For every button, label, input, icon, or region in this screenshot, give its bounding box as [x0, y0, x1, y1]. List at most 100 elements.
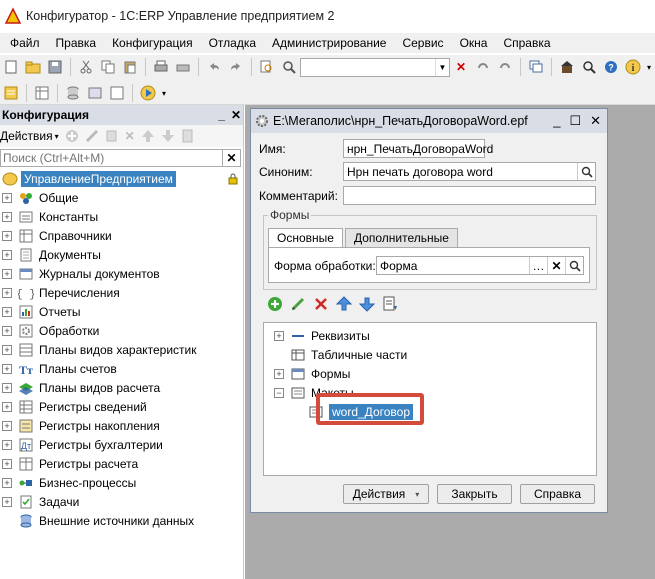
tree-item[interactable]: + Регистры накопления — [0, 416, 243, 435]
tab-main[interactable]: Основные — [268, 228, 343, 247]
tree-item[interactable]: + Регистры расчета — [0, 454, 243, 473]
tree-item[interactable]: + Планы видов характеристик — [0, 340, 243, 359]
menu-edit[interactable]: Правка — [47, 36, 104, 50]
expand-icon[interactable]: + — [2, 458, 12, 469]
add-icon[interactable] — [267, 296, 283, 312]
sort-icon[interactable] — [181, 129, 195, 143]
close-icon[interactable]: ✕ — [590, 113, 601, 129]
help-icon[interactable]: ? — [600, 56, 622, 78]
delete-icon[interactable]: ✕ — [125, 129, 135, 143]
menu-debug[interactable]: Отладка — [200, 36, 263, 50]
tree-item[interactable]: Внешние источники данных — [0, 511, 243, 530]
search-input[interactable] — [1, 150, 222, 166]
copy-icon[interactable] — [97, 56, 119, 78]
tree-item[interactable]: + Константы — [0, 207, 243, 226]
tree-item[interactable]: + Планы видов расчета — [0, 378, 243, 397]
clear-icon[interactable]: ✕ — [547, 257, 565, 274]
clear-search-icon[interactable]: ✕ — [222, 150, 240, 166]
menu-configuration[interactable]: Конфигурация — [103, 36, 200, 50]
print-icon[interactable] — [150, 56, 172, 78]
menu-service[interactable]: Сервис — [393, 36, 450, 50]
menu-help[interactable]: Справка — [494, 36, 557, 50]
search-field[interactable]: ✕ — [0, 149, 241, 167]
tree-item-forms[interactable]: + Формы — [274, 364, 350, 383]
new-file-icon[interactable] — [0, 56, 22, 78]
tree-item[interactable]: + Общие — [0, 188, 243, 207]
minimize-icon[interactable]: _ — [553, 113, 560, 129]
print-preview-icon[interactable] — [172, 56, 194, 78]
search-combo[interactable]: ▼ — [300, 57, 450, 77]
close-icon[interactable]: ✕ — [231, 108, 241, 122]
expand-icon[interactable]: + — [2, 249, 12, 260]
move-down-icon[interactable] — [359, 296, 375, 312]
menu-administration[interactable]: Администрирование — [263, 36, 393, 50]
expand-icon[interactable]: + — [2, 363, 12, 374]
actions-button[interactable]: Действия ▾ — [0, 129, 59, 143]
tree-item[interactable]: + { } Перечисления — [0, 283, 243, 302]
tree-item[interactable]: + Дт Регистры бухгалтерии — [0, 435, 243, 454]
search-icon[interactable] — [278, 56, 300, 78]
syntax-helper-icon[interactable] — [556, 56, 578, 78]
actions-button[interactable]: Действия ▾ — [343, 484, 429, 504]
tree-item[interactable]: + Регистры сведений — [0, 397, 243, 416]
expand-icon[interactable]: + — [2, 401, 12, 412]
delete-icon[interactable] — [313, 296, 329, 312]
find-prev-icon[interactable] — [494, 56, 516, 78]
expand-icon[interactable]: + — [2, 420, 12, 431]
help-button[interactable]: Справка — [520, 484, 595, 504]
search-help-icon[interactable] — [578, 56, 600, 78]
expand-icon[interactable]: + — [2, 325, 12, 336]
save-icon[interactable] — [44, 56, 66, 78]
comment-field[interactable] — [343, 186, 596, 205]
maximize-icon[interactable]: ☐ — [569, 113, 581, 129]
expand-icon[interactable]: + — [2, 192, 12, 203]
debug-start-icon[interactable] — [137, 82, 159, 104]
expand-icon[interactable]: + — [2, 230, 12, 241]
menu-file[interactable]: Файл — [0, 36, 47, 50]
search-icon[interactable] — [577, 163, 595, 180]
edit-icon[interactable] — [85, 129, 99, 143]
chevron-down-icon[interactable]: ▾ — [644, 56, 654, 78]
update-config-icon[interactable] — [84, 82, 106, 104]
find-next-icon[interactable] — [472, 56, 494, 78]
open-folder-icon[interactable] — [22, 56, 44, 78]
config-tree-icon[interactable] — [0, 82, 22, 104]
synonym-field[interactable]: Нрн печать договора word — [343, 162, 596, 181]
paste-icon[interactable] — [119, 56, 141, 78]
name-field[interactable]: нрн_ПечатьДоговораWord — [343, 139, 493, 158]
find-in-doc-icon[interactable] — [256, 56, 278, 78]
move-down-icon[interactable] — [161, 129, 175, 143]
search-icon[interactable] — [565, 257, 583, 274]
select-dots-icon[interactable]: … — [529, 257, 547, 274]
tree-item-tabular-parts[interactable]: Табличные части — [290, 345, 407, 364]
edit-icon[interactable] — [290, 296, 306, 312]
clear-search-icon[interactable]: ✕ — [450, 56, 472, 78]
expand-icon[interactable]: + — [2, 439, 12, 450]
cut-icon[interactable] — [75, 56, 97, 78]
close-button[interactable]: Закрыть — [437, 484, 512, 504]
chevron-down-icon[interactable]: ▾ — [159, 82, 169, 104]
minimize-icon[interactable]: _ — [218, 108, 225, 122]
tree-item[interactable]: + Задачи — [0, 492, 243, 511]
expand-icon[interactable]: + — [2, 496, 12, 507]
expand-icon[interactable]: + — [274, 368, 284, 379]
tree-item[interactable]: + Бизнес-процессы — [0, 473, 243, 492]
windows-icon[interactable] — [525, 56, 547, 78]
expand-icon[interactable]: + — [2, 477, 12, 488]
list-icon[interactable] — [106, 82, 128, 104]
collapse-icon[interactable]: − — [274, 387, 284, 398]
tree-item[interactable]: + Журналы документов — [0, 264, 243, 283]
tree-root[interactable]: УправлениеПредприятием — [0, 169, 243, 188]
tree-item[interactable]: + Тт Планы счетов — [0, 359, 243, 378]
table-icon[interactable] — [31, 82, 53, 104]
info-icon[interactable]: i — [622, 56, 644, 78]
tree-item[interactable]: + Справочники — [0, 226, 243, 245]
expand-icon[interactable]: + — [2, 306, 12, 317]
chevron-down-icon[interactable]: ▼ — [435, 58, 449, 76]
expand-icon[interactable]: + — [2, 268, 12, 279]
move-up-icon[interactable] — [336, 296, 352, 312]
expand-icon[interactable]: + — [2, 382, 12, 393]
sort-list-icon[interactable] — [382, 296, 398, 312]
add-icon[interactable] — [65, 129, 79, 143]
database-icon[interactable] — [62, 82, 84, 104]
